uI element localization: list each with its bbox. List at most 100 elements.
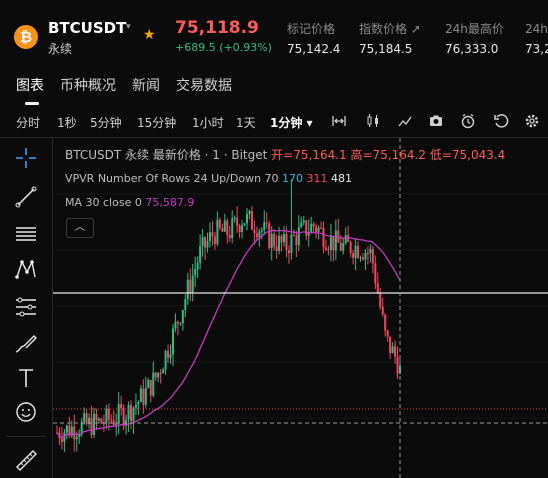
stat-label: 24h最高价 bbox=[445, 22, 504, 36]
candle-body bbox=[167, 350, 170, 358]
vpvr-label: VPVR Number Of Rows 24 Up/Down 70 bbox=[65, 172, 279, 185]
candle-body bbox=[347, 235, 350, 242]
candle-body bbox=[159, 372, 162, 374]
candle-body bbox=[226, 220, 229, 236]
candle-body bbox=[181, 310, 184, 324]
candle-body bbox=[315, 226, 318, 232]
candle-body bbox=[199, 246, 202, 263]
candle-body bbox=[216, 219, 219, 244]
candle-body bbox=[275, 246, 278, 251]
candle-body bbox=[117, 403, 120, 424]
candle-body bbox=[93, 413, 96, 436]
candle-body bbox=[379, 293, 382, 307]
favorite-star-icon[interactable]: ★ bbox=[143, 27, 156, 43]
candle-body bbox=[260, 230, 263, 232]
candle-body bbox=[391, 346, 394, 354]
text-icon[interactable] bbox=[12, 364, 40, 392]
candle-body bbox=[213, 236, 216, 244]
candle-body bbox=[194, 269, 197, 276]
candle-body bbox=[396, 356, 399, 374]
interval-1s[interactable]: 1秒 bbox=[57, 114, 77, 131]
stat-label: 指数价格 ➚ bbox=[359, 22, 421, 36]
emoji-icon[interactable] bbox=[12, 398, 40, 426]
interval-1m-dropdown[interactable]: 1分钟 ▾ bbox=[270, 114, 313, 131]
candle-body bbox=[75, 436, 78, 440]
candle-body bbox=[154, 372, 157, 378]
candle-body bbox=[285, 233, 288, 251]
brush-icon[interactable] bbox=[12, 330, 40, 358]
last-price: 75,118.9 bbox=[175, 18, 259, 38]
candle-body bbox=[389, 336, 392, 354]
interval-timeline[interactable]: 分时 bbox=[16, 114, 40, 131]
candle-body bbox=[384, 314, 387, 331]
interval-15m[interactable]: 15分钟 bbox=[137, 114, 176, 131]
candle-body bbox=[322, 227, 325, 248]
candle-body bbox=[302, 220, 305, 223]
pattern-icon[interactable] bbox=[12, 255, 40, 283]
vpvr-legend[interactable]: VPVR Number Of Rows 24 Up/Down 70 170 31… bbox=[65, 172, 352, 185]
price-chart[interactable] bbox=[53, 138, 548, 478]
candle-body bbox=[174, 321, 177, 329]
tab-news[interactable]: 新闻 bbox=[132, 75, 160, 95]
candle-body bbox=[295, 235, 298, 246]
fibonacci-icon[interactable] bbox=[12, 293, 40, 321]
candle-body bbox=[246, 213, 249, 224]
stat-24h-high: 24h最高价 76,333.0 bbox=[445, 20, 504, 56]
candle-body bbox=[327, 249, 330, 251]
alarm-clock-icon[interactable] bbox=[460, 113, 476, 129]
camera-icon[interactable] bbox=[428, 113, 444, 129]
compare-icon[interactable] bbox=[331, 113, 347, 129]
candle-body bbox=[186, 279, 189, 300]
candle-body bbox=[369, 248, 372, 254]
collapse-legend-button[interactable]: ︿ bbox=[66, 218, 94, 238]
candle-body bbox=[102, 423, 105, 425]
vpvr-total: 481 bbox=[331, 172, 353, 185]
stat-index-price[interactable]: 指数价格 ➚ 75,184.5 bbox=[359, 20, 421, 56]
ruler-icon[interactable] bbox=[12, 446, 40, 474]
candle-body bbox=[211, 232, 214, 237]
candle-body bbox=[361, 257, 364, 260]
crosshair-icon[interactable] bbox=[12, 144, 40, 172]
tab-trading-data[interactable]: 交易数据 bbox=[176, 75, 232, 95]
candle-body bbox=[221, 227, 224, 232]
stat-value: 75,184.5 bbox=[359, 42, 413, 56]
candle-body bbox=[297, 226, 300, 246]
candle-body bbox=[120, 403, 123, 409]
tab-overview[interactable]: 币种概况 bbox=[60, 75, 116, 95]
candle-body bbox=[278, 235, 281, 251]
indicators-icon[interactable] bbox=[397, 113, 413, 129]
candle-body bbox=[374, 263, 377, 284]
candle-body bbox=[164, 350, 167, 370]
candle-body bbox=[320, 227, 323, 229]
candle-body bbox=[334, 230, 337, 251]
candle-body bbox=[149, 379, 152, 396]
candle-body bbox=[60, 438, 63, 442]
ma-value: 75,587.9 bbox=[145, 196, 195, 209]
interval-1d[interactable]: 1天 bbox=[236, 114, 256, 131]
candle-body bbox=[191, 275, 194, 293]
candle-body bbox=[95, 413, 98, 421]
symbol-name[interactable]: BTCUSDT bbox=[48, 19, 126, 37]
candle-body bbox=[324, 247, 327, 250]
settings-icon[interactable] bbox=[524, 113, 540, 129]
interval-1h[interactable]: 1小时 bbox=[192, 114, 224, 131]
candle-body bbox=[352, 253, 355, 259]
active-tab-underline bbox=[25, 102, 39, 105]
interval-5m[interactable]: 5分钟 bbox=[90, 114, 122, 131]
trend-line-icon[interactable] bbox=[12, 183, 40, 211]
candle-body bbox=[332, 236, 335, 251]
ma-legend[interactable]: MA 30 close 0 75,587.9 bbox=[65, 196, 194, 209]
tab-chart[interactable]: 图表 bbox=[16, 75, 44, 95]
horizontal-lines-icon[interactable] bbox=[12, 220, 40, 248]
symbol-dropdown-icon[interactable]: ▾ bbox=[126, 22, 131, 32]
candle-body bbox=[317, 227, 320, 232]
candle-body bbox=[204, 237, 207, 248]
legend-open: 开=75,164.1 bbox=[271, 148, 347, 162]
candle-body bbox=[90, 417, 93, 436]
chart-legend: BTCUSDT 永续 最新价格 · 1 · Bitget 开=75,164.1 … bbox=[65, 146, 505, 163]
candle-body bbox=[268, 223, 271, 248]
candle-body bbox=[354, 245, 357, 259]
undo-icon[interactable] bbox=[493, 113, 509, 129]
candle-body bbox=[171, 328, 174, 355]
candle-type-icon[interactable] bbox=[365, 113, 381, 129]
